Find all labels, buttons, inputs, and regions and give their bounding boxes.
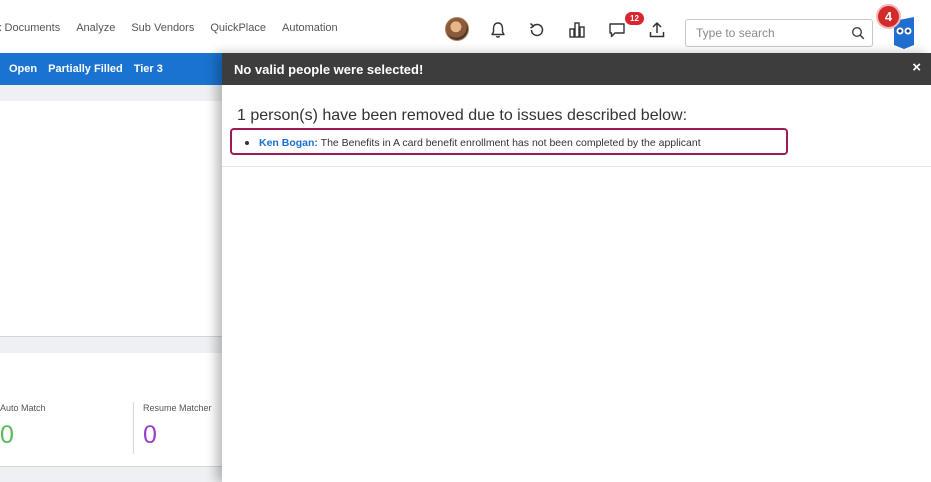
search-icon[interactable] [851, 26, 865, 40]
resume-matcher-label: Resume Matcher [143, 403, 212, 413]
modal-message: 1 person(s) have been removed due to iss… [237, 107, 688, 124]
bullet-icon [245, 141, 249, 145]
notification-count-badge: 4 [876, 4, 901, 29]
filter-tab-partially-filled[interactable]: Partially Filled [48, 63, 123, 75]
modal-divider [222, 166, 931, 167]
filter-tab-tier-3[interactable]: Tier 3 [134, 63, 163, 75]
nav-divider [362, 14, 374, 40]
filter-bar: Open Partially Filled Tier 3 [0, 53, 222, 85]
stats-divider [133, 402, 134, 454]
issue-list-item: Ken Bogan: The Benefits in A card benefi… [245, 137, 701, 149]
auto-match-value[interactable]: 0 [0, 421, 14, 450]
bar-chart-icon[interactable] [567, 20, 587, 40]
nav-link-quickplace[interactable]: QuickPlace [210, 22, 266, 34]
person-name-link[interactable]: Ken Bogan: [259, 137, 318, 149]
top-navigation: x Documents Analyze Sub Vendors QuickPla… [0, 0, 931, 53]
nav-link-sub-vendors[interactable]: Sub Vendors [131, 22, 194, 34]
nav-link-documents[interactable]: x Documents [0, 22, 60, 34]
nav-link-analyze[interactable]: Analyze [76, 22, 115, 34]
search-input[interactable] [686, 20, 846, 46]
user-avatar[interactable] [445, 17, 469, 41]
message-count-badge: 12 [625, 12, 644, 25]
content-panel [0, 101, 222, 337]
history-icon[interactable] [527, 20, 547, 40]
issue-description: The Benefits in A card benefit enrollmen… [317, 137, 701, 149]
issue-highlight-box: Ken Bogan: The Benefits in A card benefi… [230, 128, 788, 155]
modal-title: No valid people were selected! [234, 62, 424, 77]
search-box [685, 19, 873, 47]
bell-icon[interactable] [488, 20, 508, 40]
upload-icon[interactable] [647, 20, 667, 40]
close-button[interactable]: × [912, 60, 921, 76]
modal-header: No valid people were selected! × [222, 53, 931, 85]
chat-icon[interactable] [607, 20, 627, 40]
resume-matcher-value[interactable]: 0 [143, 421, 157, 450]
nav-link-automation[interactable]: Automation [282, 22, 338, 34]
auto-match-label: Auto Match [0, 403, 46, 413]
validation-modal: No valid people were selected! × 1 perso… [222, 53, 931, 482]
filter-tab-open[interactable]: Open [9, 63, 37, 75]
filter-tabs: Open Partially Filled Tier 3 [9, 63, 174, 75]
nav-links: x Documents Analyze Sub Vendors QuickPla… [0, 22, 354, 34]
